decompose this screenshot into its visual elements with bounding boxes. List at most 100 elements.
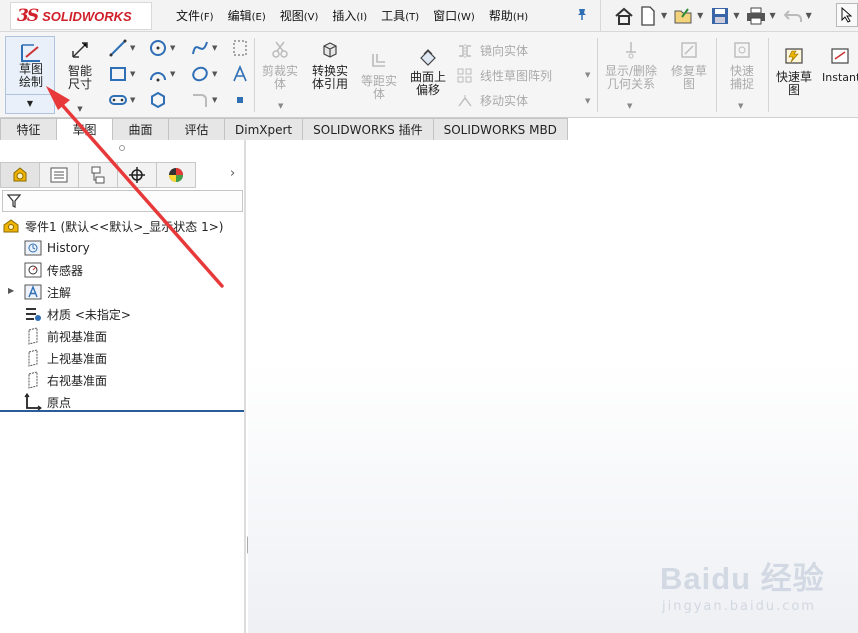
convert-entities-button[interactable]: 转换实体引用 xyxy=(306,40,354,91)
move-dropdown-icon[interactable]: ▼ xyxy=(585,97,590,105)
new-dropdown-icon[interactable]: ▼ xyxy=(661,11,667,20)
dimxpert-manager-tab-icon[interactable] xyxy=(117,162,157,188)
instant2d-button[interactable]: Instant xyxy=(822,46,858,84)
menu-edit[interactable]: 编辑(E) xyxy=(228,7,266,24)
arc-icon[interactable] xyxy=(148,64,168,84)
tab-features[interactable]: 特征 xyxy=(0,118,57,140)
menu-help[interactable]: 帮助(H) xyxy=(489,7,528,24)
offset-entities-button[interactable]: 等距实体 xyxy=(356,50,402,101)
tree-item-origin[interactable]: 原点 xyxy=(24,392,71,412)
convert-entities-icon xyxy=(320,42,340,63)
rectangle-icon[interactable] xyxy=(108,64,128,84)
sketch-dropdown-icon[interactable]: ▼ xyxy=(6,99,54,108)
pin-icon[interactable] xyxy=(575,7,589,25)
circle-icon[interactable] xyxy=(148,38,168,58)
tree-item-right-plane[interactable]: 右视基准面 xyxy=(24,370,107,390)
pane-splitter-handle[interactable] xyxy=(119,145,125,151)
material-icon xyxy=(24,305,42,323)
polygon-icon[interactable] xyxy=(148,90,168,110)
offset-on-surface-button[interactable]: 曲面上偏移 xyxy=(406,46,450,97)
smart-dimension-dropdown-icon[interactable]: ▼ xyxy=(58,103,102,116)
home-icon[interactable] xyxy=(613,5,635,27)
property-manager-tab-icon[interactable] xyxy=(39,162,79,188)
repair-sketch-icon xyxy=(679,42,699,63)
construction-geometry-icon[interactable] xyxy=(230,38,250,58)
tree-item-history[interactable]: History xyxy=(24,238,90,258)
spline-dropdown-icon[interactable]: ▼ xyxy=(212,44,217,52)
quick-snaps-button[interactable]: 快速捕捉 xyxy=(720,40,764,91)
relations-dropdown-icon[interactable]: ▼ xyxy=(627,102,632,110)
solidworks-logo[interactable]: 3S SOLIDWORKS xyxy=(10,2,152,30)
undo-dropdown-icon[interactable]: ▼ xyxy=(806,11,812,20)
print-icon[interactable] xyxy=(745,5,767,27)
spline-icon[interactable] xyxy=(190,38,210,58)
new-document-icon[interactable] xyxy=(637,5,659,27)
line-dropdown-icon[interactable]: ▼ xyxy=(130,44,135,52)
arc-dropdown-icon[interactable]: ▼ xyxy=(170,70,175,78)
display-delete-relations-button[interactable]: 显示/删除几何关系 xyxy=(602,40,660,91)
ellipse-dropdown-icon[interactable]: ▼ xyxy=(212,70,217,78)
menu-insert[interactable]: 插入(I) xyxy=(332,7,367,24)
ellipse-icon[interactable] xyxy=(190,64,210,84)
display-manager-tab-icon[interactable] xyxy=(156,162,196,188)
linear-pattern-button[interactable]: 线性草图阵列 xyxy=(456,67,552,84)
rapid-sketch-icon xyxy=(784,48,804,69)
tree-rollback-bar[interactable] xyxy=(0,410,244,412)
tab-evaluate[interactable]: 评估 xyxy=(168,118,225,140)
fillet-dropdown-icon[interactable]: ▼ xyxy=(212,96,217,104)
fillet-icon[interactable] xyxy=(190,90,210,110)
linear-pattern-dropdown-icon[interactable]: ▼ xyxy=(585,71,590,79)
rectangle-dropdown-icon[interactable]: ▼ xyxy=(130,70,135,78)
rapid-sketch-button[interactable]: 快速草图 xyxy=(772,46,816,97)
smart-dimension-button[interactable]: 智能尺寸 ▼ xyxy=(58,40,102,116)
save-dropdown-icon[interactable]: ▼ xyxy=(733,11,739,20)
tree-filter-bar[interactable] xyxy=(2,190,243,212)
tab-surfaces[interactable]: 曲面 xyxy=(112,118,169,140)
point-icon[interactable] xyxy=(230,90,250,110)
tab-solidworks-mbd[interactable]: SOLIDWORKS MBD xyxy=(432,118,568,140)
tree-item-top-plane[interactable]: 上视基准面 xyxy=(24,348,107,368)
open-folder-icon[interactable] xyxy=(673,5,695,27)
feature-manager-tab-icon[interactable] xyxy=(0,162,40,188)
tab-sketch[interactable]: 草图 xyxy=(56,118,113,140)
quick-snaps-dropdown-icon[interactable]: ▼ xyxy=(738,102,743,110)
menu-window[interactable]: 窗口(W) xyxy=(433,7,475,24)
tree-item-material[interactable]: 材质 <未指定> xyxy=(24,304,131,324)
chevron-right-icon[interactable]: › xyxy=(230,166,235,181)
trim-entities-button[interactable]: 剪裁实体 xyxy=(258,40,302,91)
sketch-button[interactable]: 草图绘制 ▼ xyxy=(5,36,55,114)
watermark-url-text: jingyan.baidu.com xyxy=(662,599,816,614)
relations-label: 显示/删除几何关系 xyxy=(604,64,658,91)
tree-root-part[interactable]: 零件1 (默认<<默认>_显示状态 1>) xyxy=(2,216,223,236)
save-icon[interactable] xyxy=(709,5,731,27)
line-icon[interactable] xyxy=(108,38,128,58)
filter-icon[interactable] xyxy=(6,194,22,211)
open-dropdown-icon[interactable]: ▼ xyxy=(697,11,703,20)
slot-icon[interactable] xyxy=(108,90,128,110)
text-icon[interactable] xyxy=(230,64,250,84)
tree-item-label: 原点 xyxy=(47,395,72,410)
plane-icon xyxy=(24,371,42,389)
menu-view[interactable]: 视图(V) xyxy=(280,7,319,24)
expand-annotations-icon[interactable]: ▶ xyxy=(8,286,14,295)
circle-dropdown-icon[interactable]: ▼ xyxy=(170,44,175,52)
menu-file[interactable]: 文件(F) xyxy=(176,7,214,24)
offset-on-surface-icon xyxy=(418,49,438,69)
tab-dimxpert[interactable]: DimXpert xyxy=(224,118,304,140)
tree-item-sensors[interactable]: 传感器 xyxy=(24,260,83,280)
mirror-entities-button[interactable]: 镜向实体 xyxy=(456,42,528,59)
configuration-manager-tab-icon[interactable] xyxy=(78,162,118,188)
tab-solidworks-addins[interactable]: SOLIDWORKS 插件 xyxy=(302,118,434,140)
select-cursor-icon[interactable] xyxy=(836,3,858,27)
trim-dropdown-icon[interactable]: ▼ xyxy=(278,102,283,110)
tree-item-front-plane[interactable]: 前视基准面 xyxy=(24,326,107,346)
baidu-watermark: Baidu 经验 jingyan.baidu.com xyxy=(660,543,850,623)
undo-icon[interactable] xyxy=(782,5,804,27)
print-dropdown-icon[interactable]: ▼ xyxy=(769,11,775,20)
tree-item-annotations[interactable]: 注解 xyxy=(24,282,71,302)
move-entities-button[interactable]: 移动实体 xyxy=(456,92,528,109)
slot-dropdown-icon[interactable]: ▼ xyxy=(130,96,135,104)
smart-dimension-label: 智能尺寸 xyxy=(67,64,92,91)
repair-sketch-button[interactable]: 修复草图 xyxy=(666,40,712,91)
menu-tools[interactable]: 工具(T) xyxy=(381,7,419,24)
